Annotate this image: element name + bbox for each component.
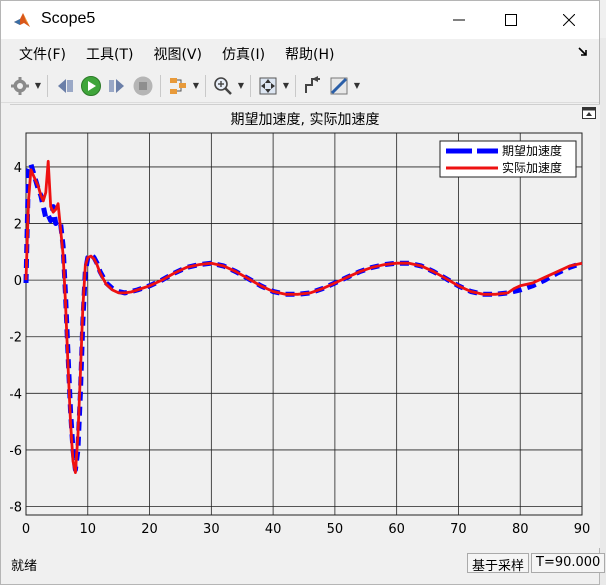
run-button[interactable] — [78, 73, 104, 99]
toolbar-separator — [295, 74, 296, 97]
measure-dropdown-icon[interactable]: ▼ — [352, 81, 362, 90]
window-title: Scope5 — [41, 10, 96, 27]
highlight-dropdown-icon[interactable]: ▼ — [191, 81, 201, 90]
toolbar: ▼ ▼ ▼ ▼ ▼ — [1, 69, 599, 103]
x-tick-label: 40 — [265, 522, 282, 537]
toolbar-separator — [205, 74, 206, 97]
legend: 期望加速度 实际加速度 — [439, 140, 577, 178]
y-tick-label: 4 — [14, 161, 22, 176]
step-back-icon — [58, 78, 73, 93]
menu-tools[interactable]: 工具(T) — [76, 44, 143, 64]
autoscale-icon — [259, 77, 277, 94]
settings-icon — [11, 76, 29, 95]
plot-title: 期望加速度, 实际加速度 — [231, 112, 380, 128]
legend-label-actual: 实际加速度 — [502, 160, 562, 175]
run-icon — [81, 75, 101, 96]
dock-arrow-icon[interactable] — [577, 46, 589, 58]
y-tick-label: 0 — [14, 274, 22, 289]
x-tick-label: 30 — [203, 522, 220, 537]
highlight-button[interactable] — [165, 73, 191, 99]
autoscale-dropdown-icon[interactable]: ▼ — [281, 81, 291, 90]
y-tick-label: -4 — [10, 387, 22, 402]
zoom-button[interactable] — [210, 73, 236, 99]
measure-button[interactable] — [326, 73, 352, 99]
y-tick-label: -6 — [10, 444, 22, 459]
minimize-icon — [453, 19, 465, 21]
toolbar-separator — [160, 74, 161, 97]
matlab-icon — [14, 13, 30, 27]
x-tick-label: 80 — [512, 522, 529, 537]
scope-window: Scope5 文件(F) 工具(T) 视图(V) 仿真(I) 帮助(H) ▼ ▼… — [0, 0, 606, 585]
maximize-button[interactable] — [485, 1, 537, 39]
y-tick-label: 2 — [14, 218, 22, 233]
x-tick-label: 10 — [80, 522, 97, 537]
x-tick-label: 60 — [388, 522, 405, 537]
step-forward-icon — [109, 78, 124, 93]
close-icon — [563, 14, 575, 26]
close-button[interactable] — [543, 1, 595, 39]
stop-icon — [133, 76, 153, 95]
menu-help[interactable]: 帮助(H) — [275, 44, 344, 64]
sample-mode-indicator: 基于采样 — [467, 553, 530, 574]
plot-frame — [25, 132, 583, 516]
status-bar: 就绪 基于采样 T=90.000 — [1, 550, 606, 576]
x-tick-label: 20 — [141, 522, 158, 537]
legend-label-desired: 期望加速度 — [502, 143, 562, 158]
time-indicator: T=90.000 — [531, 553, 606, 573]
toolbar-separator — [47, 74, 48, 97]
scope-plot[interactable]: 期望加速度, 实际加速度 0 10 20 30 40 50 60 70 80 90-8-6-4-2… — [9, 105, 600, 549]
x-tick-label: 90 — [574, 522, 591, 537]
menu-simulation[interactable]: 仿真(I) — [212, 44, 275, 64]
x-tick-label: 0 — [22, 522, 30, 537]
menu-view[interactable]: 视图(V) — [143, 44, 212, 64]
undock-icon[interactable] — [582, 107, 596, 119]
zoom-dropdown-icon[interactable]: ▼ — [236, 81, 246, 90]
menu-file[interactable]: 文件(F) — [9, 44, 76, 64]
background-app-strip-right — [600, 38, 606, 585]
step-back-button[interactable] — [52, 73, 78, 99]
x-tick-label: 50 — [327, 522, 344, 537]
autoscale-button[interactable] — [255, 73, 281, 99]
cursor-icon — [305, 75, 320, 93]
zoom-icon — [214, 76, 232, 95]
y-tick-label: -8 — [10, 501, 22, 516]
minimize-button[interactable] — [433, 1, 485, 39]
status-text: 就绪 — [11, 559, 38, 574]
y-tick-label: -2 — [10, 331, 22, 346]
highlight-icon — [170, 77, 186, 94]
scope-display: 期望加速度, 实际加速度 0 10 20 30 40 50 60 70 80 90 -8 -6 -4 -2… — [9, 104, 600, 549]
measure-icon — [330, 77, 348, 94]
settings-button[interactable] — [7, 73, 33, 99]
menu-bar: 文件(F) 工具(T) 视图(V) 仿真(I) 帮助(H) — [1, 41, 599, 67]
maximize-icon — [505, 14, 517, 26]
grid-lines — [25, 132, 583, 516]
settings-dropdown-icon[interactable]: ▼ — [33, 81, 43, 90]
step-forward-button[interactable] — [104, 73, 130, 99]
cursor-button[interactable] — [300, 73, 326, 99]
stop-button[interactable] — [130, 73, 156, 99]
x-tick-label: 70 — [450, 522, 467, 537]
toolbar-separator — [250, 74, 251, 97]
title-bar: Scope5 — [1, 1, 599, 39]
